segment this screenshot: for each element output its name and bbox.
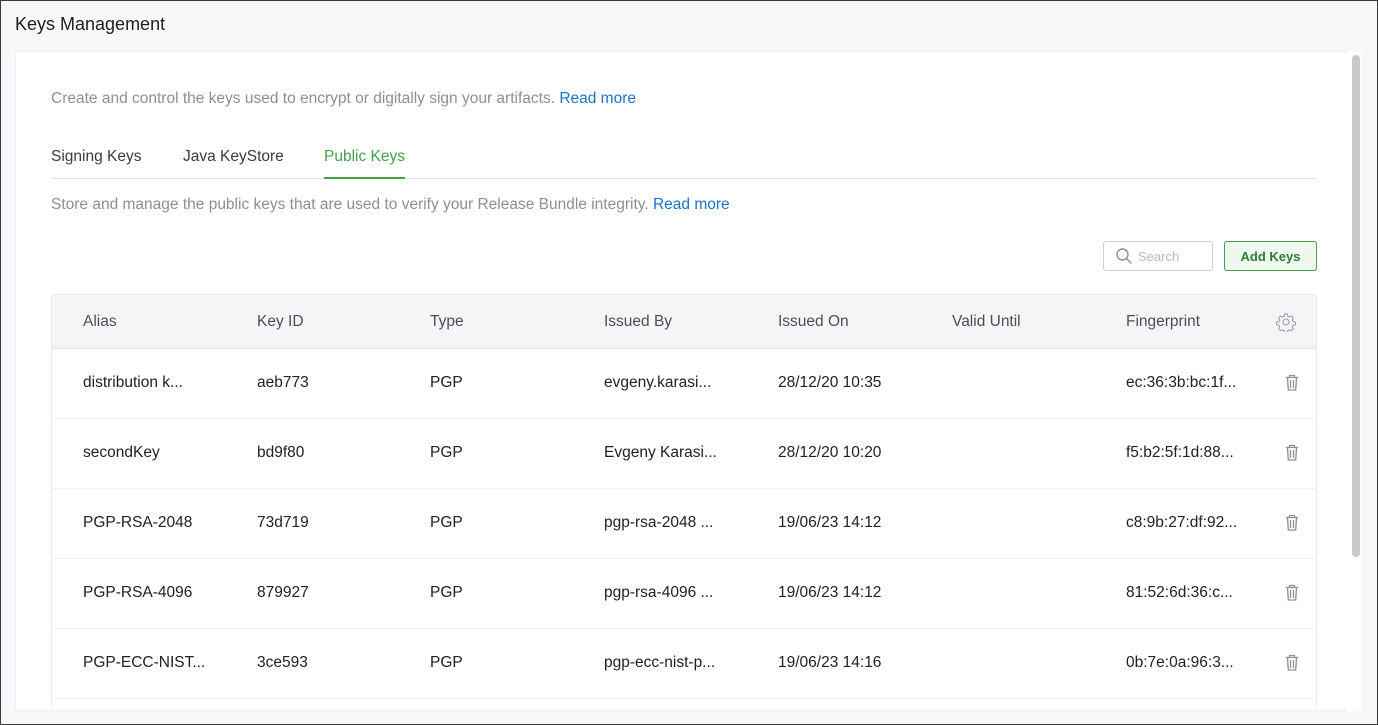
column-header-type[interactable]: Type: [430, 313, 464, 331]
intro-read-more-link[interactable]: Read more: [559, 90, 636, 107]
trash-icon[interactable]: [1284, 584, 1300, 602]
intro-text: Create and control the keys used to encr…: [51, 90, 636, 108]
cell-type: PGP: [430, 444, 463, 461]
column-header-key-id[interactable]: Key ID: [257, 313, 304, 331]
search-box[interactable]: [1103, 241, 1213, 271]
cell-key-id: 879927: [257, 584, 309, 601]
cell-issued-on: 28/12/20 10:20: [778, 444, 882, 461]
trash-icon[interactable]: [1284, 374, 1300, 392]
table-header: Alias Key ID Type Issued By Issued On Va…: [52, 295, 1316, 349]
column-header-issued-on[interactable]: Issued On: [778, 313, 849, 331]
cell-alias: distribution k...: [83, 374, 183, 391]
search-icon: [1116, 248, 1132, 264]
cell-issued-on: 19/06/23 14:12: [778, 514, 882, 531]
table-row[interactable]: secondKey bd9f80 PGP Evgeny Karasi... 28…: [52, 419, 1316, 489]
main-panel: Create and control the keys used to encr…: [15, 51, 1361, 711]
cell-alias: PGP-RSA-2048: [83, 514, 193, 531]
cell-issued-by: pgp-rsa-4096 ...: [604, 584, 714, 601]
public-keys-read-more-link[interactable]: Read more: [653, 196, 730, 213]
table-row[interactable]: PGP-RSA-2048 73d719 PGP pgp-rsa-2048 ...…: [52, 489, 1316, 559]
cell-type: PGP: [430, 374, 463, 391]
add-keys-button[interactable]: Add Keys: [1224, 241, 1317, 271]
cell-key-id: 73d719: [257, 514, 309, 531]
public-keys-description-text: Store and manage the public keys that ar…: [51, 196, 649, 213]
cell-fingerprint: ec:36:3b:bc:1f...: [1126, 374, 1237, 391]
cell-fingerprint: f5:b2:5f:1d:88...: [1126, 444, 1234, 461]
public-keys-table: Alias Key ID Type Issued By Issued On Va…: [51, 294, 1317, 710]
cell-type: PGP: [430, 584, 463, 601]
cell-type: PGP: [430, 514, 463, 531]
tab-public-keys[interactable]: Public Keys: [324, 146, 405, 179]
trash-icon[interactable]: [1284, 654, 1300, 672]
cell-issued-on: 19/06/23 14:16: [778, 654, 882, 671]
column-header-alias[interactable]: Alias: [83, 313, 117, 331]
cell-key-id: bd9f80: [257, 444, 305, 461]
app-window: Keys Management Create and control the k…: [0, 0, 1378, 725]
scrollbar-thumb[interactable]: [1352, 55, 1360, 557]
column-header-fingerprint[interactable]: Fingerprint: [1126, 313, 1200, 331]
cell-key-id: 3ce593: [257, 654, 308, 671]
column-header-issued-by[interactable]: Issued By: [604, 313, 672, 331]
cell-issued-on: 19/06/23 14:12: [778, 584, 882, 601]
cell-fingerprint: 0b:7e:0a:96:3...: [1126, 654, 1234, 671]
intro-description: Create and control the keys used to encr…: [51, 90, 555, 107]
table-row[interactable]: PGP-ECC-NIST... 3ce593 PGP pgp-ecc-nist-…: [52, 629, 1316, 699]
trash-icon[interactable]: [1284, 444, 1300, 462]
table-row[interactable]: distribution k... aeb773 PGP evgeny.kara…: [52, 349, 1316, 419]
cell-key-id: aeb773: [257, 374, 309, 391]
search-input[interactable]: [1138, 246, 1208, 266]
table-row[interactable]: PGP-RSA-4096 879927 PGP pgp-rsa-4096 ...…: [52, 559, 1316, 629]
gear-icon[interactable]: [1276, 312, 1296, 332]
tab-bar: Signing Keys Java KeyStore Public Keys: [51, 146, 1316, 179]
cell-alias: PGP-ECC-NIST...: [83, 654, 206, 671]
column-header-valid-until[interactable]: Valid Until: [952, 313, 1021, 331]
cell-alias: secondKey: [83, 444, 160, 461]
cell-fingerprint: c8:9b:27:df:92...: [1126, 514, 1238, 531]
cell-alias: PGP-RSA-4096: [83, 584, 193, 601]
tab-signing-keys[interactable]: Signing Keys: [51, 146, 141, 179]
cell-issued-on: 28/12/20 10:35: [778, 374, 882, 391]
cell-issued-by: pgp-ecc-nist-p...: [604, 654, 716, 671]
cell-type: PGP: [430, 654, 463, 671]
trash-icon[interactable]: [1284, 514, 1300, 532]
page-title: Keys Management: [15, 14, 166, 34]
cell-issued-by: Evgeny Karasi...: [604, 444, 717, 461]
cell-issued-by: evgeny.karasi...: [604, 374, 712, 391]
public-keys-description: Store and manage the public keys that ar…: [51, 196, 730, 214]
cell-fingerprint: 81:52:6d:36:c...: [1126, 584, 1233, 601]
cell-issued-by: pgp-rsa-2048 ...: [604, 514, 714, 531]
tab-java-keystore[interactable]: Java KeyStore: [183, 146, 284, 179]
